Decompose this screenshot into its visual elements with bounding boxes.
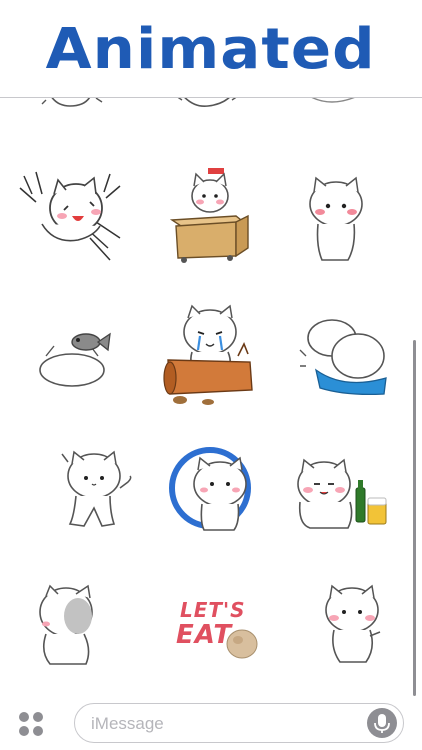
sticker-cat-crying-on-log[interactable]	[158, 304, 264, 408]
cat-turning-away-image	[39, 584, 93, 665]
sticker-cat-in-box[interactable]	[166, 164, 256, 264]
sticker-cat-on-blanket[interactable]	[296, 316, 392, 396]
cat-waving-image	[61, 450, 132, 527]
sticker-cat-with-beer[interactable]	[292, 458, 392, 532]
cat-on-blanket-image	[299, 319, 387, 396]
sticker-cat-waving[interactable]	[58, 448, 132, 530]
sticker-cat-lying[interactable]	[172, 98, 242, 120]
sticker-cat-stretching[interactable]	[40, 98, 110, 120]
cat-rolling-laughing-image	[19, 171, 121, 261]
cat-sitting-image	[311, 98, 355, 103]
cat-with-fish-image	[39, 332, 111, 387]
lets-eat-line1: LET'S	[180, 598, 246, 622]
food-bowl-image	[226, 629, 258, 659]
sticker-cat-with-fish[interactable]	[34, 326, 118, 392]
sticker-cat-pointing[interactable]	[320, 584, 384, 668]
sticker-lets-eat[interactable]: LET'S EAT	[170, 598, 260, 662]
app-banner: Animated	[0, 0, 422, 98]
sticker-cat-shy[interactable]	[302, 174, 372, 266]
sticker-cat-sitting[interactable]	[300, 98, 370, 120]
cat-shy-image	[309, 176, 363, 261]
cat-pointing-image	[325, 584, 381, 663]
sticker-grid[interactable]: LET'S EAT	[0, 98, 422, 698]
cat-crying-on-log-image	[163, 304, 253, 405]
scroll-indicator[interactable]	[413, 340, 416, 696]
imessage-placeholder: iMessage	[91, 714, 164, 733]
cat-lying-image	[177, 98, 237, 108]
cat-with-beer-image	[297, 458, 387, 529]
cat-stretching-image	[41, 98, 103, 107]
banner-title: Animated	[45, 17, 377, 82]
microphone-icon	[374, 714, 390, 733]
sticker-cat-turning-away[interactable]	[32, 584, 106, 668]
app-grid-icon	[19, 712, 43, 736]
imessage-input[interactable]: iMessage	[74, 703, 404, 743]
sticker-cat-rolling-laughing[interactable]	[14, 164, 132, 264]
microphone-button[interactable]	[367, 708, 397, 738]
app-grid-button[interactable]	[16, 710, 48, 738]
cat-in-blue-ring-image	[169, 447, 251, 531]
message-bar: iMessage	[0, 698, 422, 750]
sticker-cat-in-blue-ring[interactable]	[168, 444, 254, 534]
cat-in-box-image	[169, 168, 249, 263]
